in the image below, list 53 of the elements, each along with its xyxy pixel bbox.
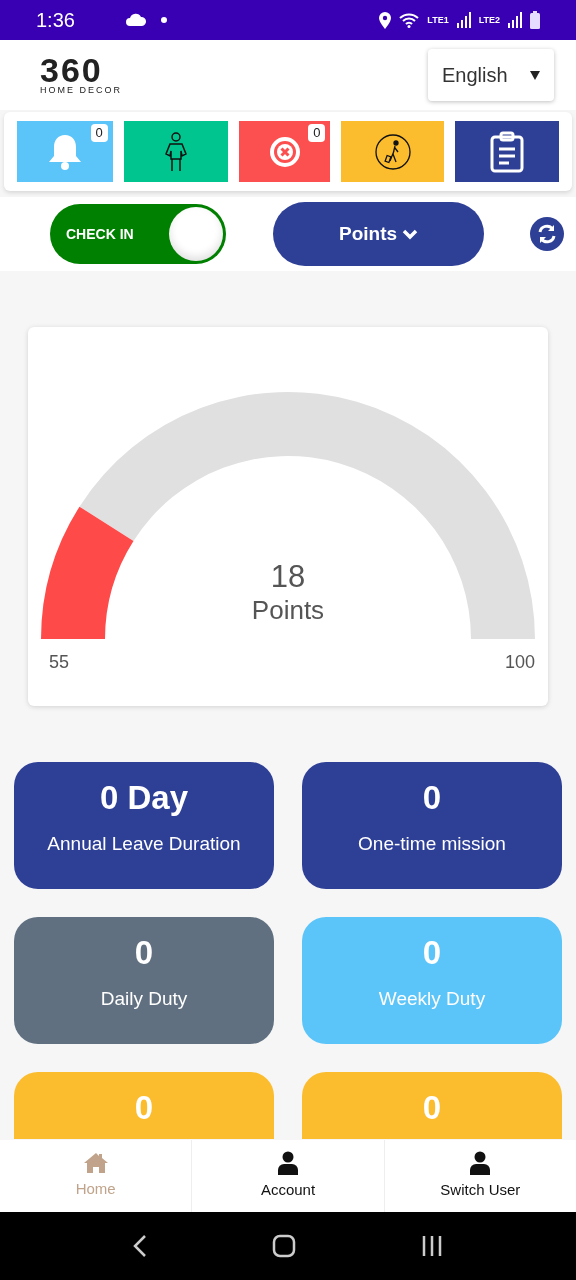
logo-tagline: HOME DECOR xyxy=(40,85,122,95)
clipboard-icon xyxy=(490,130,525,173)
stat-label: Weekly Duty xyxy=(378,987,486,1011)
location-icon xyxy=(379,11,392,29)
stat-label: One-time mission xyxy=(358,832,506,856)
cloud-icon xyxy=(124,13,147,27)
stat-value: 0 xyxy=(134,933,154,973)
status-time: 1:36 xyxy=(36,8,75,33)
stat-card[interactable]: 0 One-time mission xyxy=(302,762,562,889)
points-dropdown[interactable]: Points xyxy=(273,202,484,266)
stat-card[interactable]: 0 Daily Duty xyxy=(14,917,274,1044)
count-badge: 0 xyxy=(90,124,108,142)
shortcut-tile[interactable] xyxy=(455,121,559,182)
home-icon xyxy=(82,1151,109,1174)
cancel-icon xyxy=(268,135,301,168)
shortcut-tile[interactable]: 0 xyxy=(238,121,331,182)
user-icon xyxy=(469,1150,492,1175)
shortcut-tile[interactable] xyxy=(123,121,228,182)
stat-value: 0 Day xyxy=(99,778,189,818)
stat-value: 0 xyxy=(422,933,442,973)
stat-label: Daily Duty xyxy=(100,987,188,1011)
gauge-min-label: 55 xyxy=(49,651,70,674)
home-button-icon[interactable] xyxy=(272,1234,296,1258)
gauge-unit: Points xyxy=(251,595,325,625)
network-label: LTE1 xyxy=(427,15,449,25)
stat-value: 0 xyxy=(422,778,442,818)
language-dropdown[interactable]: English xyxy=(428,49,554,101)
gauge-value: 18 xyxy=(270,559,306,595)
logo-text: 360 xyxy=(40,55,103,84)
wifi-icon xyxy=(399,12,420,28)
signal-icon xyxy=(456,12,471,28)
shortcut-tile[interactable]: 0 xyxy=(17,121,113,182)
chevron-down-icon xyxy=(402,228,419,240)
signal-icon xyxy=(508,12,522,28)
caret-icon xyxy=(530,70,540,80)
stat-label: Annual Leave Duration xyxy=(47,832,241,856)
user-icon xyxy=(277,1150,299,1175)
refresh-icon[interactable] xyxy=(530,217,564,251)
recent-apps-icon[interactable] xyxy=(421,1235,444,1257)
dot-icon xyxy=(160,17,167,23)
bell-icon xyxy=(47,132,82,171)
gauge-max-label: 100 xyxy=(504,651,535,674)
person-icon xyxy=(163,131,188,172)
battery-icon xyxy=(530,11,540,29)
check-in-toggle[interactable]: CHECK IN xyxy=(50,204,226,264)
network-label: LTE2 xyxy=(478,15,500,25)
stat-value: 0 xyxy=(134,1088,154,1128)
back-icon[interactable] xyxy=(132,1234,147,1258)
count-badge: 0 xyxy=(308,124,326,142)
stat-card[interactable]: 0 Day Annual Leave Duration xyxy=(14,762,274,889)
traveler-icon xyxy=(374,133,411,170)
shortcut-tile[interactable] xyxy=(341,121,445,182)
stat-value: 0 xyxy=(422,1088,442,1128)
